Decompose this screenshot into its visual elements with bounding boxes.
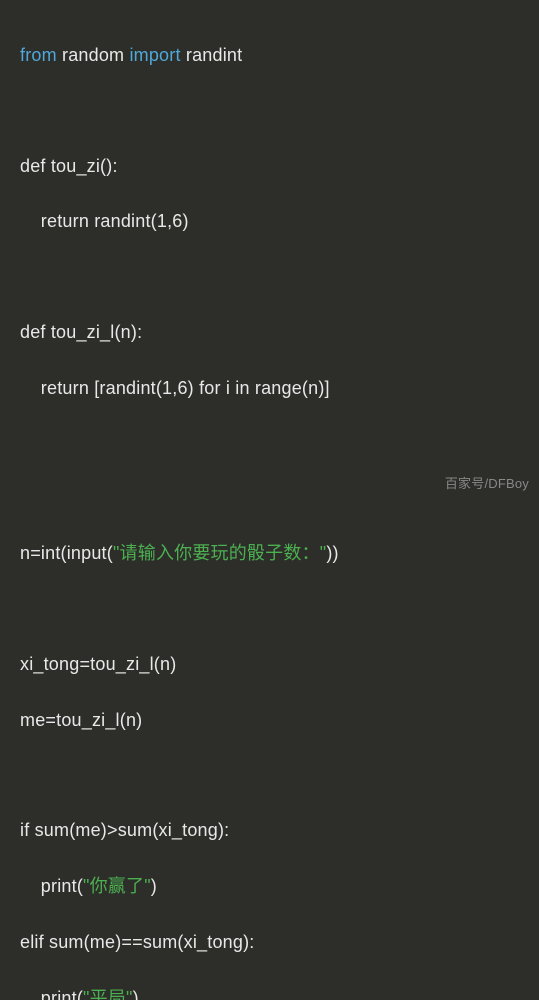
code-line: xi_tong=tou_zi_l(n) [20,651,519,679]
code-line: me=tou_zi_l(n) [20,707,519,735]
code-line: if sum(me)>sum(xi_tong): [20,817,519,845]
string-literal: "平局" [83,988,133,1000]
code-line: print("你赢了") [20,873,519,901]
code-line: elif sum(me)==sum(xi_tong): [20,929,519,957]
keyword-from: from [20,45,57,65]
code-line: def tou_zi_l(n): [20,319,519,347]
code-text: randint [181,45,243,65]
string-literal: "请输入你要玩的骰子数：" [113,543,326,563]
code-line: def tou_zi(): [20,153,519,181]
code-text: print( [20,876,83,896]
code-line: n=int(input("请输入你要玩的骰子数：")) [20,540,519,568]
blank-line [20,763,519,790]
string-literal: "你赢了" [83,876,151,896]
code-text: n=int(input( [20,543,113,563]
code-line: return randint(1,6) [20,208,519,236]
code-text: random [57,45,130,65]
code-text: )) [326,543,338,563]
blank-line [20,98,519,125]
keyword-import: import [129,45,180,65]
code-text: ) [151,876,157,896]
code-text: print( [20,988,83,1000]
code-snippet: from random import randint def tou_zi():… [20,14,519,1000]
code-line: from random import randint [20,42,519,70]
code-line: print("平局") [20,985,519,1000]
code-line: return [randint(1,6) for i in range(n)] [20,375,519,403]
code-text: ) [133,988,139,1000]
blank-line [20,431,519,458]
watermark: 百家号/DFBoy [445,474,529,494]
blank-line [20,264,519,291]
blank-line [20,596,519,623]
